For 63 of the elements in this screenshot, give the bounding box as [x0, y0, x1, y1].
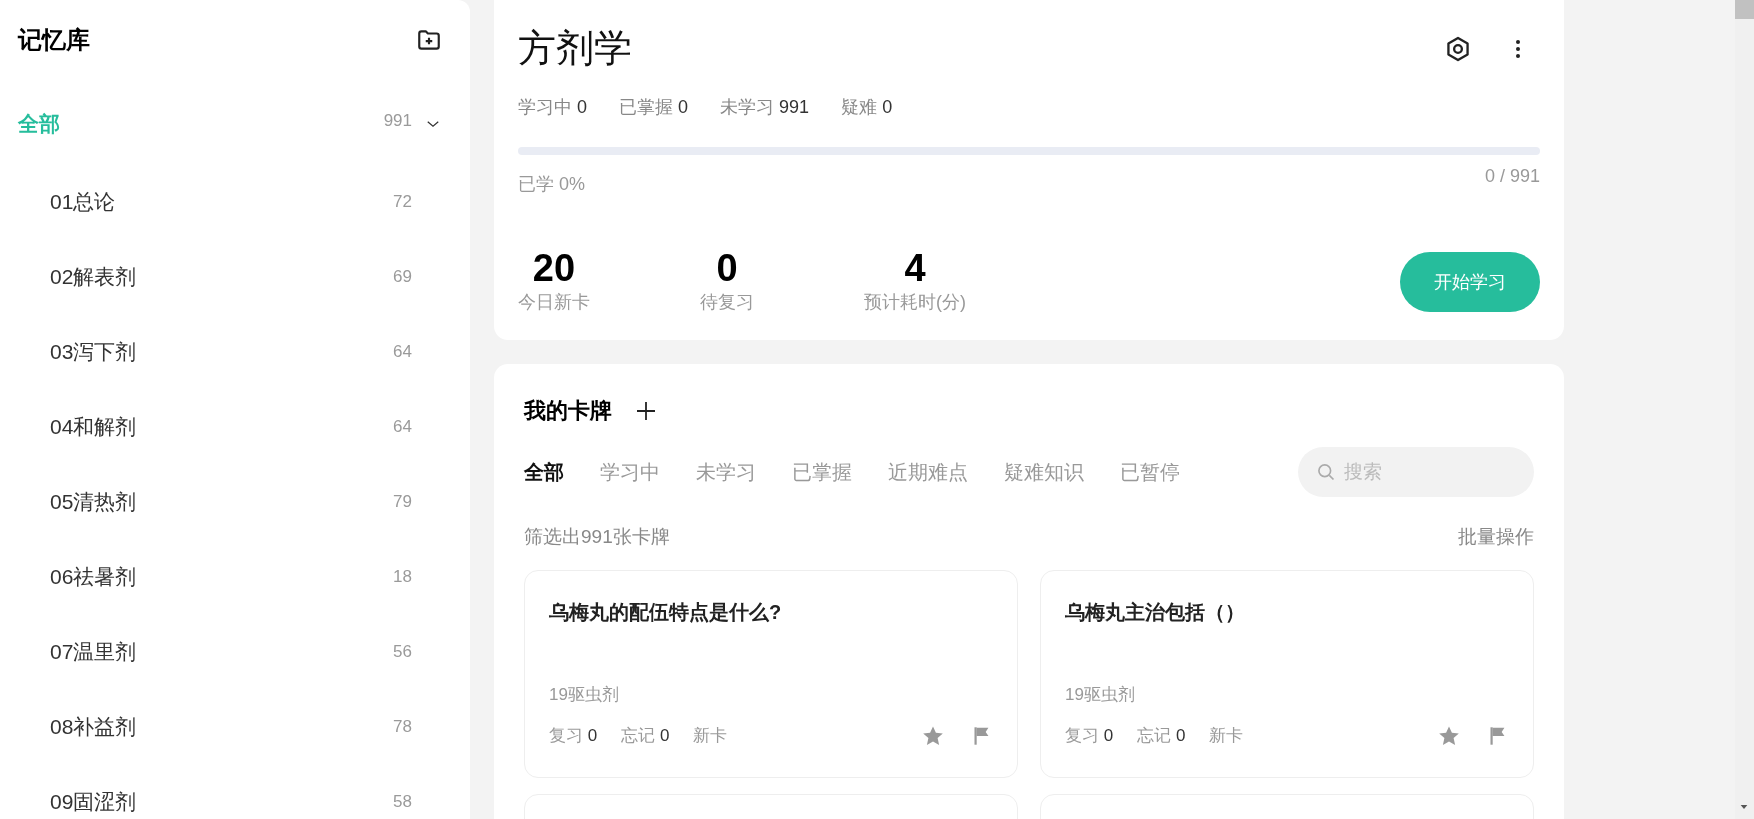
- stat-text: 疑难 0: [841, 95, 893, 119]
- card-status: 新卡: [1209, 725, 1244, 748]
- tree-label: 03泻下剂: [50, 338, 137, 365]
- tree-label: 04和解剂: [50, 413, 137, 440]
- item-count: 69: [393, 265, 412, 288]
- progress-label: 已学 0%: [518, 172, 586, 196]
- scrollbar-thumb[interactable]: [1735, 0, 1754, 19]
- tree-label: 全部: [18, 111, 60, 138]
- settings-icon[interactable]: [1444, 34, 1472, 63]
- item-count: 58: [393, 790, 412, 813]
- scroll-down-icon[interactable]: [1739, 803, 1749, 811]
- item-count: 991: [383, 110, 412, 132]
- item-count: 79: [393, 490, 412, 513]
- tree-item[interactable]: 09固涩剂 58: [18, 764, 442, 819]
- card-status: 新卡: [693, 725, 728, 748]
- item-count: 64: [393, 415, 412, 438]
- tree-label: 01总论: [50, 188, 116, 215]
- card-stat: 复习 0: [549, 725, 598, 748]
- stat-number: 4: [904, 247, 926, 290]
- card-category: 19驱虫剂: [549, 683, 620, 706]
- tree-item[interactable]: 01总论 72: [18, 164, 442, 239]
- stat-text: 未学习 991: [720, 95, 810, 119]
- tree-label: 02解表剂: [50, 263, 137, 290]
- card-question: 乌梅丸主治包括（）: [1065, 599, 1246, 625]
- tree-item[interactable]: 08补益剂 78: [18, 689, 442, 764]
- stat-number: 20: [532, 247, 576, 290]
- tree-item[interactable]: 02解表剂 69: [18, 239, 442, 314]
- card-stat: 复习 0: [1065, 725, 1114, 748]
- sidebar-title: 记忆库: [18, 25, 90, 55]
- item-count: 18: [393, 565, 412, 588]
- stat-label: 今日新卡: [518, 291, 590, 315]
- card-category: 19驱虫剂: [1065, 683, 1136, 706]
- card-stat: 忘记 0: [621, 725, 670, 748]
- card-question: 乌梅丸的配伍特点是什么?: [549, 599, 783, 625]
- tree-label: 06祛暑剂: [50, 563, 137, 590]
- add-folder-icon[interactable]: [416, 27, 442, 53]
- filter-tab[interactable]: 全部: [524, 457, 564, 488]
- tree-label: 05清热剂: [50, 488, 137, 515]
- tree-item[interactable]: 07温里剂 56: [18, 614, 442, 689]
- item-count: 72: [393, 190, 412, 213]
- tree-label: 08补益剂: [50, 713, 137, 740]
- stat-label: 预计耗时(分): [864, 291, 966, 315]
- card-stat: 忘记 0: [1137, 725, 1186, 748]
- stat-label: 待复习: [700, 291, 754, 315]
- question-card[interactable]: 乌梅丸的配伍特点是什么? 19驱虫剂 复习 0 忘记 0 新卡: [524, 569, 1018, 778]
- section-title: 我的卡牌: [524, 397, 612, 426]
- tree-item[interactable]: 05清热剂 79: [18, 464, 442, 539]
- item-count: 78: [393, 715, 412, 738]
- item-count: 64: [393, 340, 412, 363]
- batch-action-link[interactable]: 批量操作: [1458, 523, 1534, 552]
- stat-number: 0: [716, 247, 738, 290]
- stat-text: 已掌握 0: [619, 95, 689, 119]
- filter-summary: 筛选出991张卡牌: [524, 525, 670, 550]
- question-card[interactable]: 乌梅丸主治包括（） 19驱虫剂 复习 0 忘记 0 新卡: [1040, 569, 1534, 778]
- tree-label: 09固涩剂: [50, 788, 137, 815]
- tree-item[interactable]: 03泻下剂 64: [18, 314, 442, 389]
- progress-reading: 0 / 991: [1484, 164, 1540, 188]
- item-count: 56: [393, 640, 412, 663]
- deck-title: 方剂学: [518, 26, 632, 71]
- tree-label: 07温里剂: [50, 638, 137, 665]
- stat-text: 学习中 0: [518, 95, 588, 119]
- tree-item[interactable]: 06祛暑剂 18: [18, 539, 442, 614]
- tree-item[interactable]: 04和解剂 64: [18, 389, 442, 464]
